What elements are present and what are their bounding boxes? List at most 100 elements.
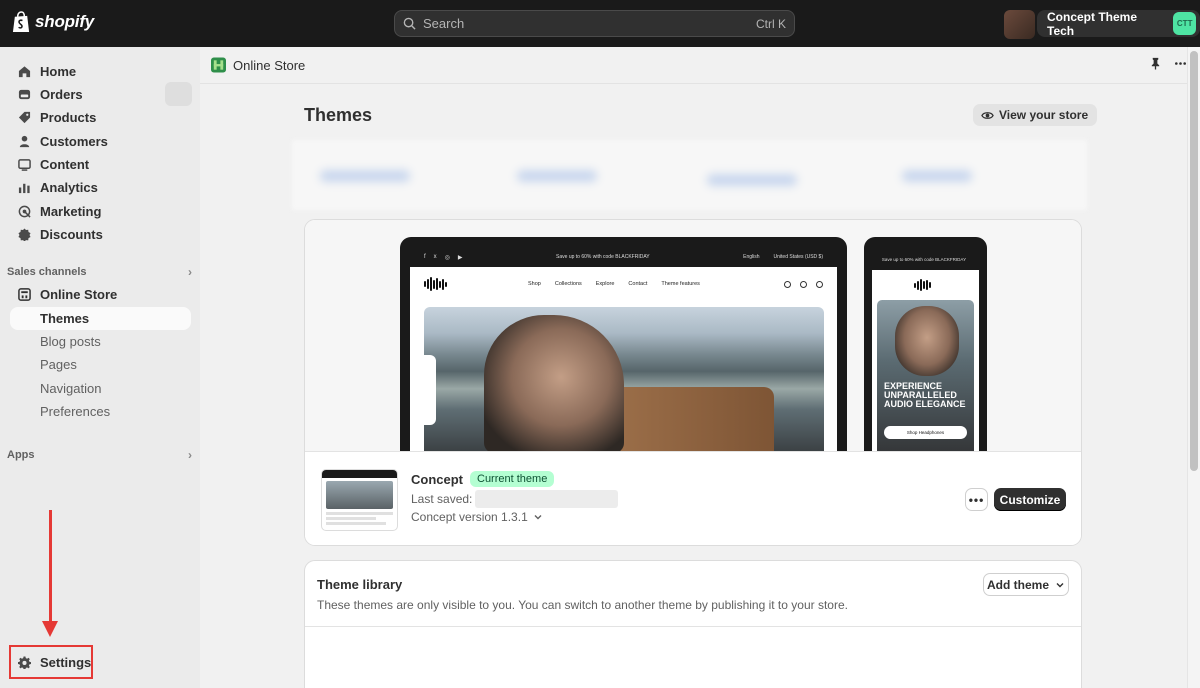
annotation-arrow-shaft <box>49 510 52 625</box>
preview-nav-link: Explore <box>595 281 615 287</box>
main-content: Online Store Themes View your store f x ◎ ▶… <box>200 47 1187 688</box>
search-icon <box>403 17 416 30</box>
preview-nav-link: Collections <box>554 281 582 287</box>
mobile-hero-image: EXPERIENCE UNPARALLELED AUDIO ELEGANCE S… <box>877 300 974 453</box>
preview-announcement-bar: f x ◎ ▶ Save up to 60% with code BLACKFRIDA… <box>410 247 837 267</box>
desktop-preview: f x ◎ ▶ Save up to 60% with code BLACKFRIDA… <box>400 237 847 453</box>
chevron-right-icon: › <box>188 448 192 462</box>
chevron-down-icon <box>1056 582 1064 587</box>
tag-icon <box>18 111 31 124</box>
chevron-down-icon <box>534 515 542 520</box>
preview-logo <box>424 277 450 291</box>
scrollbar-thumb[interactable] <box>1190 51 1198 471</box>
sidebar-item-analytics[interactable]: Analytics <box>10 176 191 199</box>
mobile-headline: EXPERIENCE UNPARALLELED AUDIO ELEGANCE <box>884 381 966 409</box>
sidebar-item-label: Online Store <box>40 287 118 302</box>
current-theme-card: f x ◎ ▶ Save up to 60% with code BLACKFRIDA… <box>304 219 1082 546</box>
scrollbar[interactable] <box>1187 47 1200 688</box>
apps-header[interactable]: Apps › <box>7 448 192 462</box>
sidebar-item-home[interactable]: Home <box>10 60 191 83</box>
preview-announcement: Save up to 60% with code BLACKFRIDAY <box>556 254 650 260</box>
sidebar-item-label: Marketing <box>40 204 102 219</box>
sales-channels-header[interactable]: Sales channels › <box>7 265 192 279</box>
last-saved: Last saved: <box>411 490 619 508</box>
apps-label: Apps <box>7 449 35 461</box>
add-theme-label: Add theme <box>986 577 1049 592</box>
search-shortcut: Ctrl K <box>756 16 786 31</box>
sidebar-item-marketing[interactable]: Marketing <box>10 200 191 223</box>
mobile-announcement: Save up to 60% with code BLACKFRIDAY <box>881 257 967 262</box>
preview-nav-links: Shop Collections Explore Contact Theme f… <box>528 281 700 287</box>
add-theme-button[interactable]: Add theme <box>983 573 1069 596</box>
mobile-logo <box>914 278 940 292</box>
search-input[interactable]: Search Ctrl K <box>394 10 795 37</box>
desktop-screen: Shop Collections Explore Contact Theme f… <box>410 267 837 453</box>
header-actions <box>1149 57 1187 70</box>
app-title: Online Store <box>233 57 306 73</box>
preview-hero-image <box>424 307 824 453</box>
divider <box>305 626 1081 627</box>
preview-nav-icons <box>784 280 823 288</box>
annotation-arrow-head <box>42 621 58 637</box>
theme-thumbnail[interactable] <box>321 469 398 531</box>
sidebar-item-navigation[interactable]: Navigation <box>10 377 191 400</box>
theme-library-title: Theme library <box>317 577 403 592</box>
preview-currency: United States (USD $) <box>773 254 823 260</box>
last-saved-value-redacted <box>475 490 619 508</box>
sidebar-item-orders[interactable]: Orders <box>10 83 191 106</box>
theme-library-card: Theme library These themes are only visi… <box>304 560 1082 688</box>
sidebar-item-customers[interactable]: Customers <box>10 130 191 153</box>
content-icon <box>18 158 31 171</box>
sidebar-item-label: Home <box>40 64 77 79</box>
store-name: Concept Theme Tech <box>1047 9 1138 38</box>
view-store-label: View your store <box>999 108 1089 122</box>
orders-icon <box>18 88 31 101</box>
pin-icon[interactable] <box>1149 57 1162 70</box>
shopify-logo[interactable]: shopify <box>12 11 94 33</box>
discount-icon <box>18 228 31 241</box>
person-icon <box>18 135 31 148</box>
storefront-icon <box>18 288 31 301</box>
sidebar-item-products[interactable]: Products <box>10 106 191 129</box>
sidebar-item-label: Orders <box>40 87 83 102</box>
sidebar-item-themes[interactable]: Themes <box>10 307 191 330</box>
theme-preview[interactable]: f x ◎ ▶ Save up to 60% with code BLACKFRIDA… <box>305 220 1081 453</box>
theme-info-row: Concept Current theme Last saved: Concep… <box>305 451 1081 545</box>
social-icons: f x ◎ ▶ <box>424 253 463 261</box>
sidebar-item-label: Customers <box>40 134 108 149</box>
app-header: Online Store <box>200 47 1187 84</box>
sidebar-item-online-store[interactable]: Online Store <box>10 283 191 306</box>
sales-channels-label: Sales channels <box>7 266 87 278</box>
sidebar-item-discounts[interactable]: Discounts <box>10 223 191 246</box>
sidebar-item-label: Analytics <box>40 180 98 195</box>
home-icon <box>18 65 31 78</box>
blurred-banner <box>292 140 1087 210</box>
avatar: CTT <box>1173 12 1196 35</box>
eye-icon <box>981 111 994 119</box>
store-image[interactable] <box>1004 10 1035 39</box>
preview-nav-link: Shop <box>528 281 541 287</box>
bar-chart-icon <box>18 181 31 194</box>
sidebar-item-blog-posts[interactable]: Blog posts <box>10 330 191 353</box>
more-horizontal-icon[interactable] <box>1174 57 1187 70</box>
annotation-highlight-box <box>9 645 93 679</box>
sidebar-item-content[interactable]: Content <box>10 153 191 176</box>
page-title: Themes <box>304 105 373 125</box>
sidebar-item-label: Discounts <box>40 227 103 242</box>
chevron-right-icon: › <box>188 265 192 279</box>
mobile-cta: Shop Headphones <box>884 426 967 439</box>
top-bar: shopify Search Ctrl K Concept Theme Tech… <box>0 0 1200 47</box>
theme-actions-button[interactable]: ••• <box>965 488 988 511</box>
customize-button[interactable]: Customize <box>994 488 1066 511</box>
preview-nav: Shop Collections Explore Contact Theme f… <box>410 267 837 301</box>
theme-version-dropdown[interactable]: Concept version 1.3.1 <box>411 510 543 524</box>
current-theme-badge: Current theme <box>470 471 555 487</box>
mobile-preview: Save up to 60% with code BLACKFRIDAY EXP… <box>864 237 987 453</box>
sidebar-item-pages[interactable]: Pages <box>10 353 191 376</box>
theme-library-description: These themes are only visible to you. Yo… <box>317 598 848 612</box>
view-store-button[interactable]: View your store <box>973 104 1098 126</box>
last-saved-label: Last saved: <box>411 492 473 506</box>
account-menu[interactable]: Concept Theme Tech CTT <box>1037 9 1200 38</box>
sidebar-item-preferences[interactable]: Preferences <box>10 400 191 423</box>
sidebar: Home Orders Products Customers Content A… <box>0 47 200 688</box>
